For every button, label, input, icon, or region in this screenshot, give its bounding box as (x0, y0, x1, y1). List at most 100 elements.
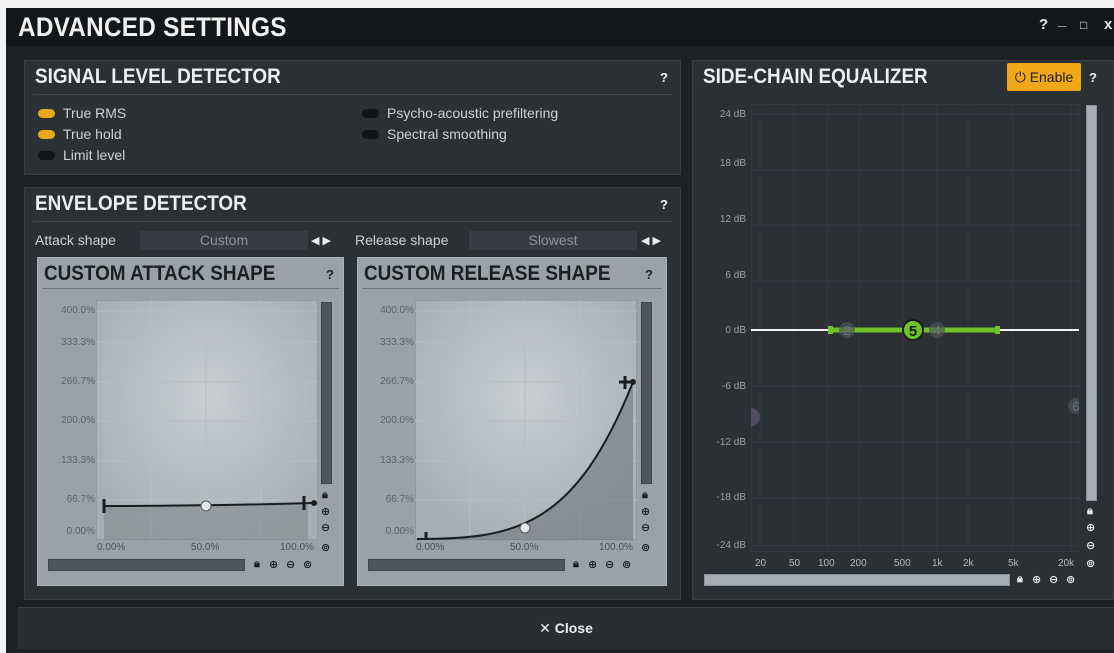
toggle-label: True RMS (63, 105, 127, 121)
attack-shape-arrows[interactable]: ◀ ▶ (311, 234, 331, 247)
eq-y-tick: 24 dB (719, 109, 746, 120)
release-vertical-scrollbar[interactable] (641, 302, 652, 484)
eq-band-6-label: 6 (1072, 399, 1079, 414)
eq-horizontal-scrollbar[interactable] (704, 574, 1010, 586)
y-tick: 0.00% (385, 526, 414, 537)
zoom-in-icon[interactable]: ⊕ (588, 558, 597, 571)
zoom-in-icon[interactable]: ⊕ (1032, 573, 1041, 586)
footer-bar: ✕ Close (18, 607, 1114, 649)
envelope-detector-title: ENVELOPE DETECTOR (35, 192, 247, 215)
eq-x-tick: 500 (894, 558, 911, 569)
toggle-label: True hold (63, 126, 122, 142)
panel-divider (362, 288, 662, 289)
zoom-in-icon[interactable]: ⊕ (641, 505, 650, 518)
attack-shape-selector[interactable]: Custom (140, 231, 308, 250)
y-tick: 333.3% (61, 337, 95, 348)
eq-y-tick: 18 dB (719, 158, 746, 169)
zoom-out-icon[interactable]: ⊖ (641, 521, 650, 534)
eq-vertical-scrollbar[interactable] (1086, 105, 1097, 501)
eq-x-tick: 100 (818, 558, 835, 569)
power-icon: ⏻ (1014, 69, 1026, 85)
x-tick: 0.00% (416, 542, 445, 553)
title-bar: ADVANCED SETTINGS ? _ □ x (6, 8, 1114, 46)
x-icon: ✕ (539, 620, 551, 636)
lock-icon[interactable]: 🔒︎ (322, 489, 328, 502)
y-tick: 66.7% (385, 494, 414, 505)
zoom-out-icon[interactable]: ⊖ (1086, 539, 1095, 552)
release-shape-help-button[interactable]: ? (645, 267, 653, 282)
zoom-reset-icon[interactable]: ⊚ (321, 541, 330, 554)
attack-shape-graph[interactable] (96, 300, 318, 540)
zoom-out-icon[interactable]: ⊖ (286, 558, 295, 571)
panel-divider (33, 94, 672, 95)
release-shape-label: Release shape (355, 232, 449, 248)
zoom-out-icon[interactable]: ⊖ (605, 558, 614, 571)
attack-control-point[interactable] (200, 500, 212, 512)
psycho-acoustic-prefiltering-toggle[interactable]: Psycho-acoustic prefiltering (362, 105, 558, 121)
y-tick: 400.0% (61, 305, 95, 316)
zoom-reset-icon[interactable]: ⊚ (303, 558, 312, 571)
limit-level-toggle[interactable]: Limit level (38, 147, 125, 163)
x-tick: 0.00% (97, 542, 126, 553)
eq-x-tick: 5k (1008, 558, 1019, 569)
lock-icon[interactable]: 🔒︎ (1017, 573, 1023, 586)
envelope-help-button[interactable]: ? (660, 197, 668, 212)
lock-icon[interactable]: 🔒︎ (573, 558, 579, 571)
eq-band-4-label: 4 (933, 323, 940, 338)
custom-attack-shape-title: CUSTOM ATTACK SHAPE (44, 262, 276, 285)
zoom-in-icon[interactable]: ⊕ (1086, 521, 1095, 534)
eq-y-tick: -24 dB (716, 540, 746, 551)
release-shape-graph[interactable] (415, 300, 637, 540)
release-horizontal-scrollbar[interactable] (368, 559, 565, 571)
y-tick: 400.0% (380, 305, 414, 316)
led-off-indicator (362, 129, 379, 139)
enable-button[interactable]: ⏻ Enable (1007, 63, 1081, 91)
zoom-reset-icon[interactable]: ⊚ (641, 541, 650, 554)
release-shape-selector[interactable]: Slowest (469, 231, 637, 250)
attack-horizontal-scrollbar[interactable] (48, 559, 245, 571)
side-chain-equalizer-title: SIDE-CHAIN EQUALIZER (703, 65, 928, 88)
attack-vertical-scrollbar[interactable] (321, 302, 332, 484)
eq-x-tick: 20k (1058, 558, 1075, 569)
y-tick: 0.00% (66, 526, 95, 537)
eq-y-tick: -12 dB (716, 437, 746, 448)
panel-divider (33, 221, 672, 222)
close-button[interactable]: ✕ Close (18, 608, 1114, 650)
toggle-label: Limit level (63, 147, 126, 163)
window-help-button[interactable]: ? (1039, 16, 1048, 33)
release-shape-arrows[interactable]: ◀ ▶ (641, 234, 661, 247)
eq-x-tick: 1k (932, 558, 943, 569)
minimize-button[interactable]: _ (1058, 12, 1066, 29)
eq-x-tick: 2k (963, 558, 974, 569)
lock-icon[interactable]: 🔒︎ (642, 489, 648, 502)
enable-label: Enable (1029, 69, 1074, 85)
zoom-in-icon[interactable]: ⊕ (321, 505, 330, 518)
zoom-reset-icon[interactable]: ⊚ (1086, 557, 1095, 570)
zoom-out-icon[interactable]: ⊖ (321, 521, 330, 534)
lock-icon[interactable]: 🔒︎ (254, 558, 260, 571)
signal-level-help-button[interactable]: ? (660, 70, 668, 85)
spectral-smoothing-toggle[interactable]: Spectral smoothing (362, 126, 507, 142)
zoom-reset-icon[interactable]: ⊚ (1066, 573, 1075, 586)
y-tick: 333.3% (380, 337, 414, 348)
lock-icon[interactable]: 🔒︎ (1087, 505, 1093, 518)
led-off-indicator (38, 150, 55, 160)
close-window-button[interactable]: x (1104, 16, 1112, 33)
close-label: Close (554, 620, 593, 636)
true-rms-toggle[interactable]: True RMS (38, 105, 126, 121)
equalizer-graph[interactable]: 2 4 5 6 (751, 104, 1079, 552)
maximize-button[interactable]: □ (1080, 18, 1087, 32)
zoom-reset-icon[interactable]: ⊚ (622, 558, 631, 571)
x-tick: 100.0% (280, 542, 314, 553)
true-hold-toggle[interactable]: True hold (38, 126, 122, 142)
y-tick: 200.0% (61, 415, 95, 426)
eq-band-2-label: 2 (843, 323, 850, 338)
eq-x-tick: 50 (789, 558, 801, 569)
release-control-point[interactable] (519, 522, 531, 534)
zoom-out-icon[interactable]: ⊖ (1049, 573, 1058, 586)
y-tick: 133.3% (380, 455, 414, 466)
zoom-in-icon[interactable]: ⊕ (269, 558, 278, 571)
attack-shape-help-button[interactable]: ? (326, 267, 334, 282)
custom-release-shape-title: CUSTOM RELEASE SHAPE (364, 262, 611, 285)
equalizer-help-button[interactable]: ? (1089, 70, 1097, 85)
